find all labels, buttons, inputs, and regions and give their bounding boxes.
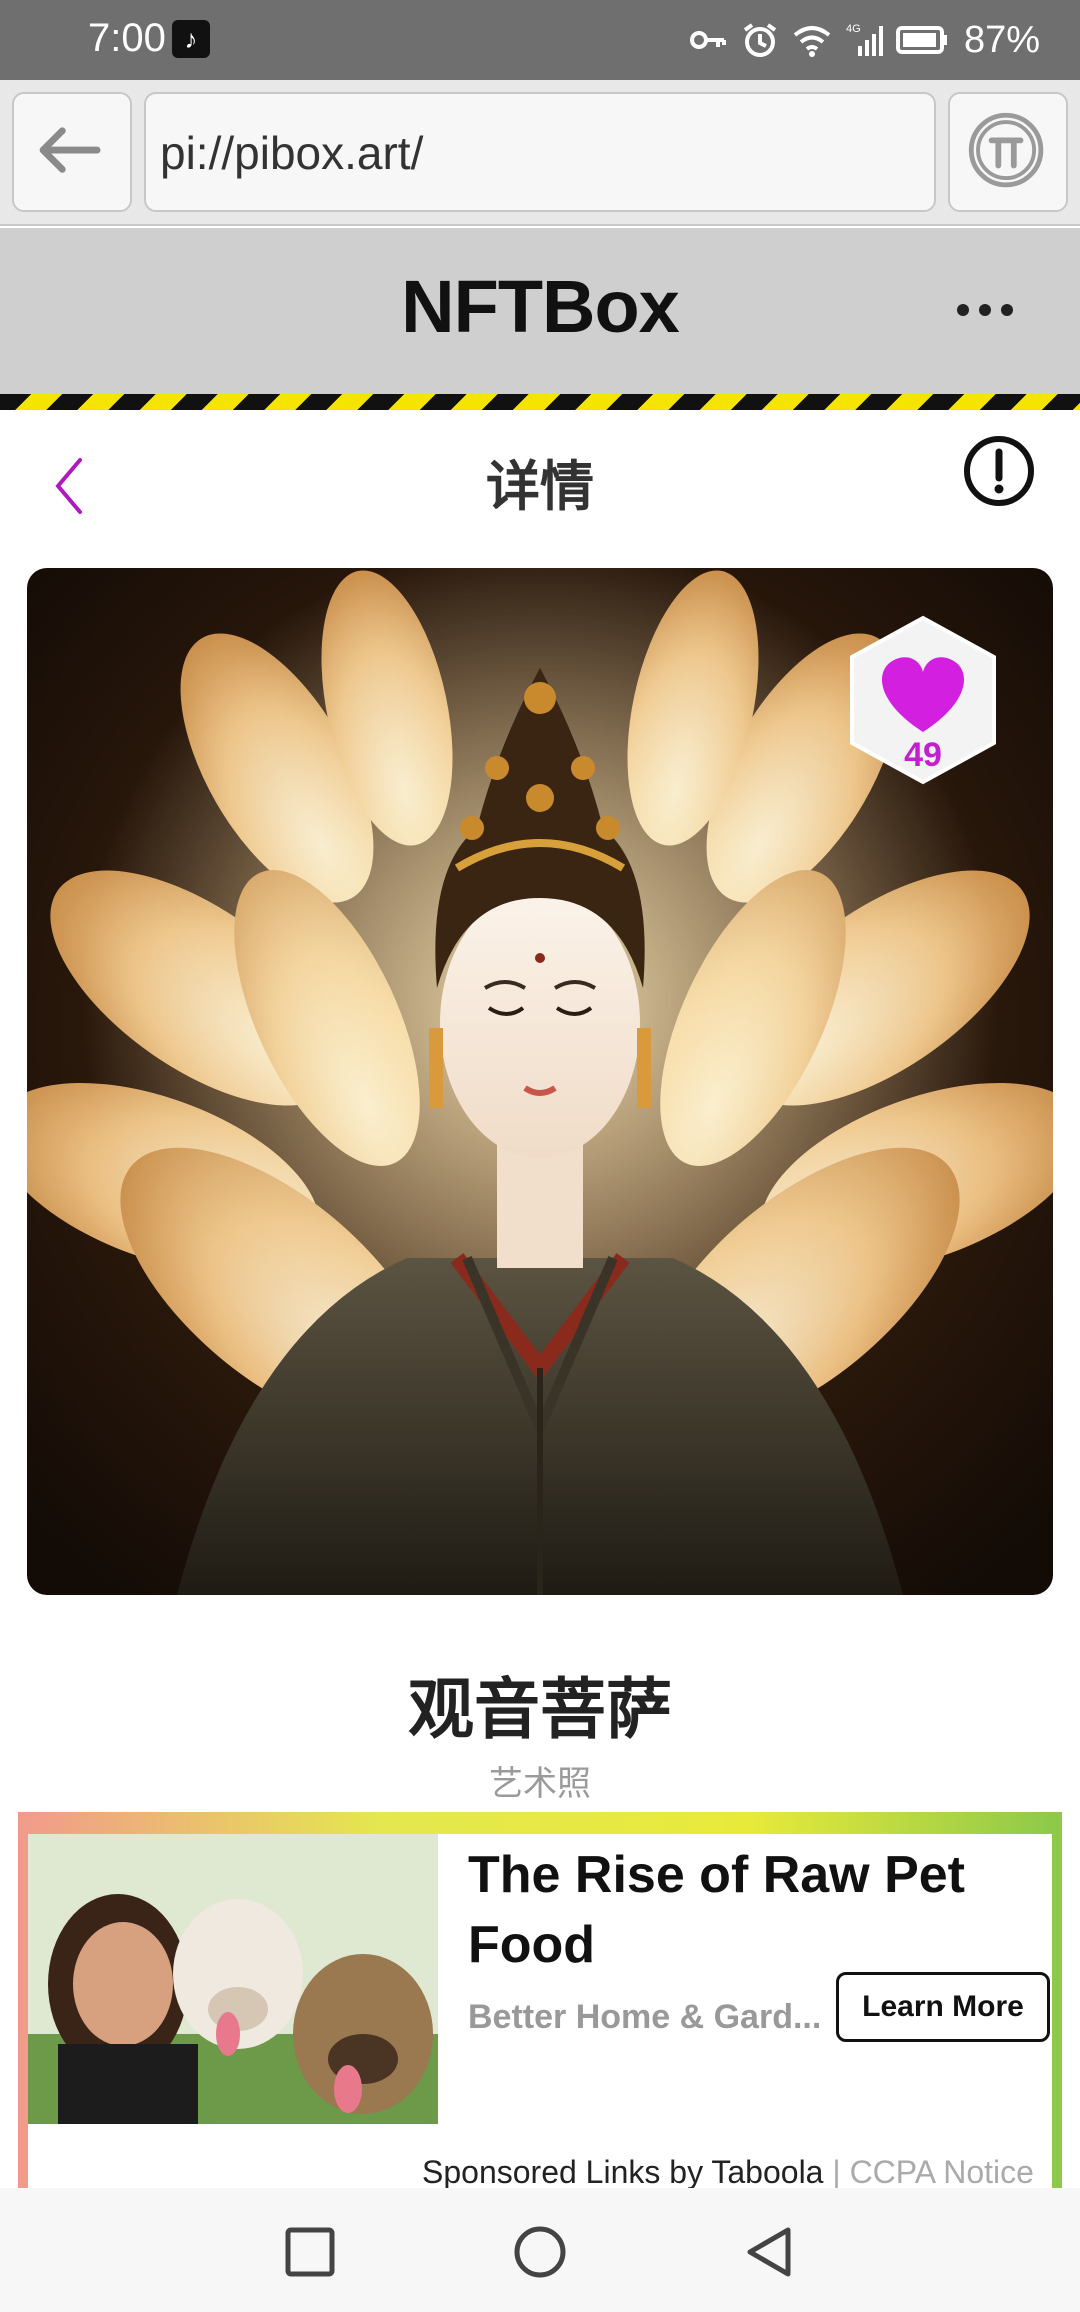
tiktok-icon: ♪: [172, 20, 210, 58]
hazard-stripe-divider: [0, 394, 1080, 410]
battery-icon: [895, 26, 947, 54]
signal-icon: 4G: [846, 23, 883, 56]
like-count: 49: [904, 736, 942, 774]
app-header: NFTBox: [0, 228, 1080, 394]
woman-with-dogs-photo: [28, 1834, 438, 2124]
sponsored-ad[interactable]: The Rise of Raw Pet Food Better Home & G…: [18, 1812, 1062, 2192]
system-nav-bar: [0, 2188, 1080, 2312]
url-text: pi://pibox.art/: [160, 127, 424, 179]
more-dots-icon[interactable]: [950, 290, 1020, 330]
status-time: 7:00: [88, 16, 166, 60]
browser-toolbar: pi://pibox.art/: [0, 80, 1080, 226]
ad-card[interactable]: The Rise of Raw Pet Food Better Home & G…: [28, 1834, 1052, 2192]
alarm-icon: [743, 23, 777, 57]
svg-text:4G: 4G: [846, 23, 861, 35]
exclamation-circle-icon[interactable]: [962, 434, 1036, 508]
app-title: NFTBox: [401, 265, 680, 348]
recents-square-icon[interactable]: [282, 2224, 338, 2280]
artwork-name: 观音菩萨: [408, 1672, 672, 1746]
sponsored-links-line: Sponsored Links by Taboola | CCPA Notice: [422, 2154, 1034, 2191]
ad-source: Better Home & Gard...: [468, 1998, 822, 2036]
detail-header: 详情: [0, 410, 1080, 560]
pi-wallet-button[interactable]: [948, 92, 1068, 212]
url-field[interactable]: pi://pibox.art/: [144, 92, 936, 212]
back-triangle-icon[interactable]: [742, 2224, 798, 2280]
learn-more-button[interactable]: Learn More: [836, 1972, 1050, 2042]
key-icon: [689, 31, 726, 49]
home-circle-icon[interactable]: [512, 2224, 568, 2280]
separator: |: [832, 2154, 841, 2190]
battery-percent: 87%: [963, 18, 1040, 61]
ad-headline[interactable]: The Rise of Raw Pet Food: [468, 1840, 1028, 1980]
status-icons: 4G 87%: [688, 14, 1040, 66]
pi-logo-icon: [968, 112, 1044, 188]
sponsored-links-label[interactable]: Sponsored Links by Taboola: [422, 2154, 823, 2190]
wifi-icon: [793, 26, 831, 57]
arrow-left-icon: [39, 127, 101, 173]
ccpa-notice-link[interactable]: CCPA Notice: [850, 2154, 1034, 2190]
browser-back-button[interactable]: [12, 92, 132, 212]
ad-image[interactable]: [28, 1834, 438, 2124]
status-bar: 7:00 ♪ 4G 87%: [0, 0, 1080, 80]
artwork-category: 艺术照: [489, 1765, 591, 1803]
detail-title: 详情: [486, 457, 594, 517]
